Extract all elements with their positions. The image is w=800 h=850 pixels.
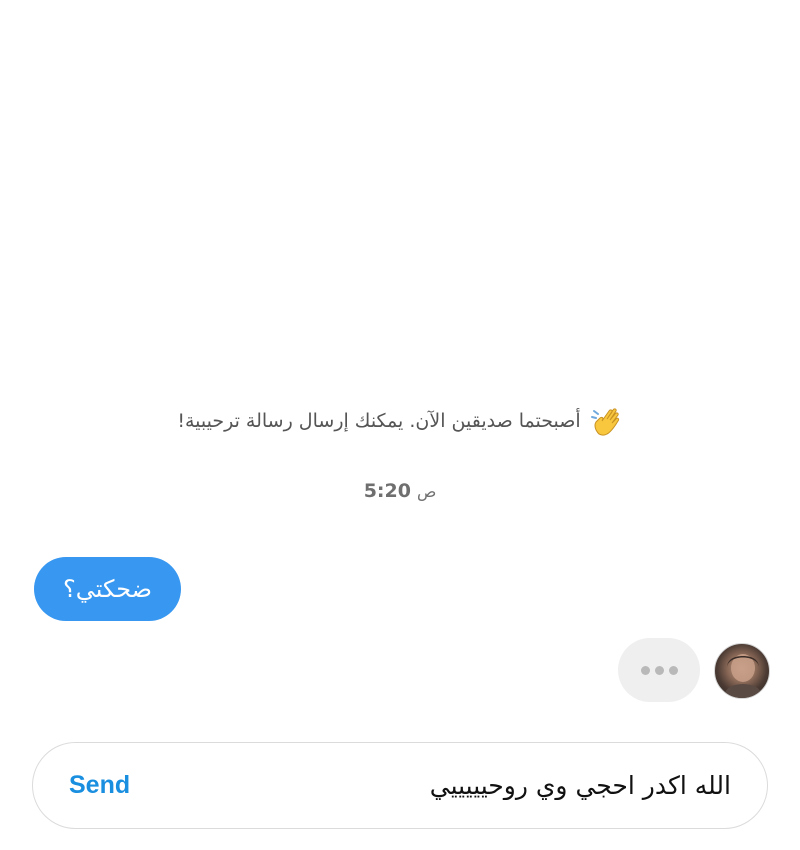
contact-avatar[interactable] xyxy=(714,643,770,699)
send-button[interactable]: Send xyxy=(69,771,130,800)
message-input[interactable] xyxy=(160,760,731,811)
friendship-system-note: أصبحتما صديقين الآن. يمكنك إرسال رسالة ت… xyxy=(160,404,640,438)
sent-message-bubble[interactable]: ضحكتي؟ xyxy=(34,557,181,621)
avatar-portrait-icon xyxy=(725,654,761,698)
message-composer: Send xyxy=(32,742,768,829)
typing-indicator xyxy=(618,638,700,702)
waving-hand-icon xyxy=(589,404,623,438)
timestamp-period: ص xyxy=(416,482,437,501)
system-note-text: أصبحتما صديقين الآن. يمكنك إرسال رسالة ت… xyxy=(177,410,581,432)
typing-dots-icon xyxy=(618,638,700,702)
timestamp-time: 5:20 xyxy=(363,480,411,502)
chat-screen: أصبحتما صديقين الآن. يمكنك إرسال رسالة ت… xyxy=(0,0,800,850)
typing-dot xyxy=(640,665,650,675)
message-timestamp: 5:20 ص xyxy=(0,480,800,502)
typing-dot xyxy=(654,665,664,675)
typing-dot xyxy=(668,665,678,675)
sent-message-text: ضحكتي؟ xyxy=(62,575,153,603)
